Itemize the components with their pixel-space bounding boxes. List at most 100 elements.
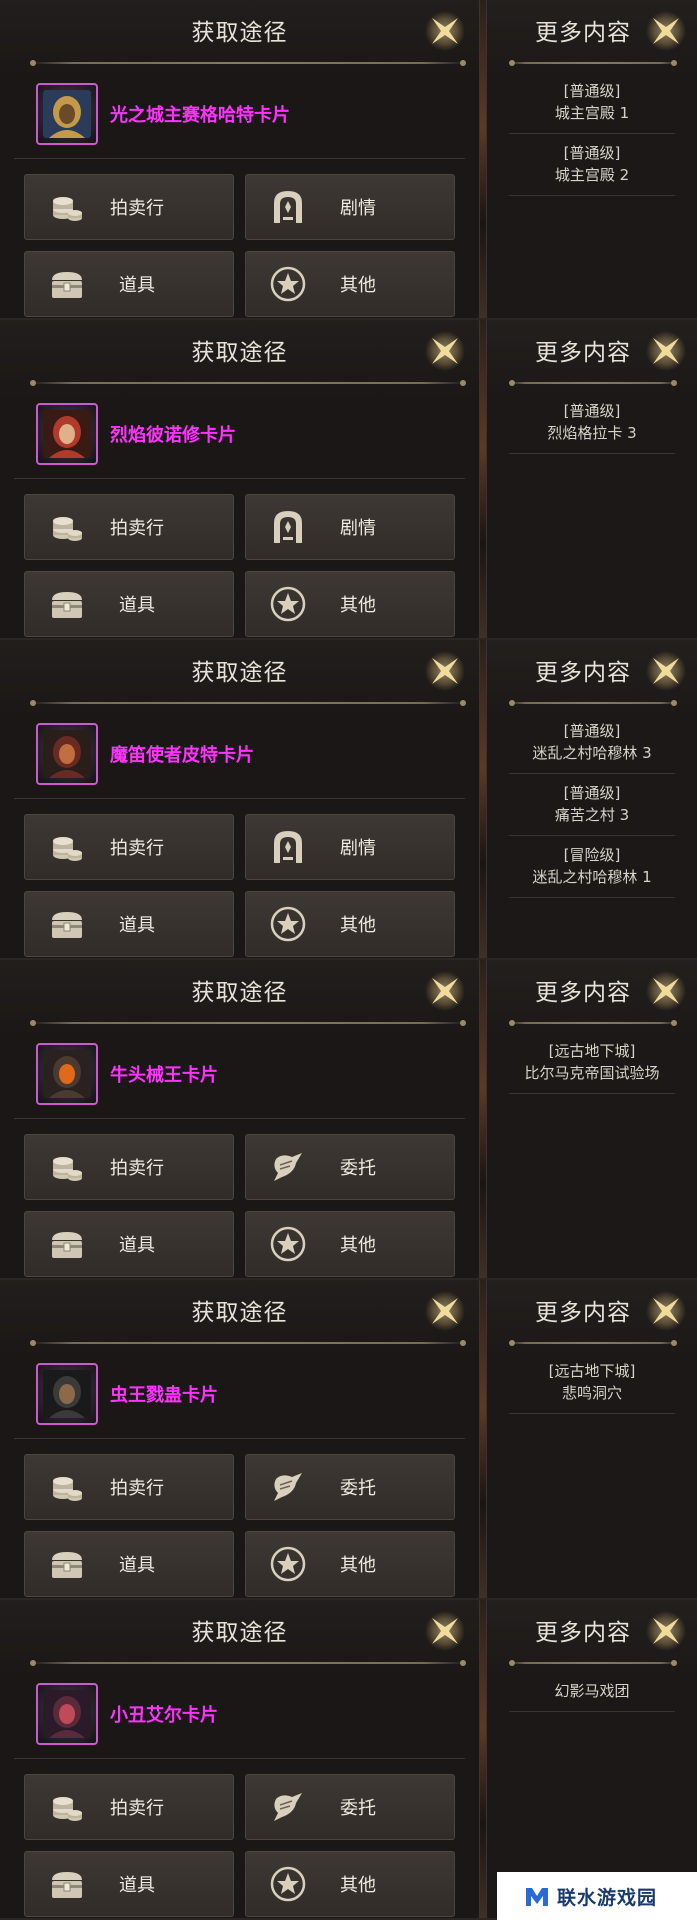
close-icon[interactable]	[424, 650, 466, 692]
more-content-section: 更多内容 [普通级] 烈焰格拉卡 3	[486, 320, 697, 638]
close-icon[interactable]	[645, 970, 687, 1012]
item-button[interactable]: 道具	[24, 891, 234, 957]
source-button[interactable]: 委托	[245, 1454, 455, 1520]
more-item-place: 幻影马戏团	[554, 1682, 630, 1700]
close-icon[interactable]	[424, 1290, 466, 1332]
button-label: 其他	[340, 1235, 376, 1256]
card-name: 虫王戮蛊卡片	[110, 1385, 218, 1406]
source-button[interactable]: 剧情	[245, 814, 455, 880]
item-button[interactable]: 道具	[24, 1211, 234, 1277]
item-button[interactable]: 道具	[24, 1851, 234, 1917]
divider	[14, 1118, 465, 1119]
close-icon[interactable]	[645, 650, 687, 692]
button-label: 道具	[119, 1875, 155, 1896]
close-icon[interactable]	[424, 970, 466, 1012]
other-button[interactable]: 其他	[245, 251, 455, 317]
item-button[interactable]: 道具	[24, 251, 234, 317]
more-content-item[interactable]: [普通级] 痛苦之村 3	[509, 774, 675, 836]
acquisition-panel: 获取途径 光之城主赛格哈特卡片 拍卖行 剧情 道具 其他 更多内容 [普通级] 城主宫殿 1 [普…	[0, 0, 697, 320]
card-name: 烈焰彼诺修卡片	[110, 425, 236, 446]
other-button[interactable]: 其他	[245, 1531, 455, 1597]
auction-button[interactable]: 拍卖行	[24, 1774, 234, 1840]
acquisition-panel: 获取途径 魔笛使者皮特卡片 拍卖行 剧情 道具 其他 更多内容 [普通级] 迷乱之村哈穆林 3[…	[0, 640, 697, 960]
more-content-item[interactable]: [远古地下城] 悲鸣洞穴	[509, 1352, 675, 1414]
coin-stack-icon	[47, 1467, 87, 1507]
item-button[interactable]: 道具	[24, 1531, 234, 1597]
treasure-chest-icon	[47, 1864, 87, 1904]
auction-button[interactable]: 拍卖行	[24, 1454, 234, 1520]
more-item-level: [普通级]	[563, 402, 621, 420]
acquisition-title: 获取途径	[191, 20, 288, 46]
more-item-place: 悲鸣洞穴	[561, 1384, 622, 1402]
star-circle-icon	[268, 1544, 308, 1584]
item-button[interactable]: 道具	[24, 571, 234, 637]
more-content-item[interactable]: [远古地下城] 比尔马克帝国试验场	[509, 1032, 675, 1094]
more-content-item[interactable]: [普通级] 城主宫殿 2	[509, 134, 675, 196]
watermark-text: 联水游戏园	[557, 1886, 658, 1909]
auction-button[interactable]: 拍卖行	[24, 814, 234, 880]
header-divider	[30, 700, 466, 706]
button-label: 道具	[119, 915, 155, 936]
treasure-chest-icon	[47, 1224, 87, 1264]
auction-button[interactable]: 拍卖行	[24, 174, 234, 240]
auction-button[interactable]: 拍卖行	[24, 1134, 234, 1200]
auction-button[interactable]: 拍卖行	[24, 494, 234, 560]
acquisition-section: 获取途径魔笛使者皮特卡片拍卖行 剧情道具 其他	[0, 640, 480, 958]
source-button[interactable]: 委托	[245, 1134, 455, 1200]
armored-knight-portrait[interactable]	[36, 83, 98, 145]
acquisition-title: 获取途径	[191, 660, 288, 686]
button-label: 道具	[119, 1235, 155, 1256]
close-icon[interactable]	[645, 10, 687, 52]
source-button[interactable]: 剧情	[245, 494, 455, 560]
scroll-quill-icon	[268, 1787, 308, 1827]
divider	[14, 158, 465, 159]
more-content-item[interactable]: 幻影马戏团	[509, 1672, 675, 1712]
close-icon[interactable]	[645, 1610, 687, 1652]
card-name: 魔笛使者皮特卡片	[110, 745, 254, 766]
button-label: 其他	[340, 1875, 376, 1896]
dark-piper-portrait[interactable]	[36, 723, 98, 785]
acquisition-section: 获取途径 烈焰彼诺修卡片 拍卖行 剧情 道具 其他	[0, 320, 480, 638]
source-button[interactable]: 剧情	[245, 174, 455, 240]
more-content-item[interactable]: [普通级] 迷乱之村哈穆林 3	[509, 712, 675, 774]
more-content-item[interactable]: [普通级] 烈焰格拉卡 3	[509, 392, 675, 454]
close-icon[interactable]	[424, 330, 466, 372]
button-label: 其他	[340, 1555, 376, 1576]
acquisition-title: 获取途径	[191, 980, 288, 1006]
clown-portrait[interactable]	[36, 1683, 98, 1745]
close-icon[interactable]	[645, 1290, 687, 1332]
button-label: 其他	[340, 595, 376, 616]
divider	[14, 798, 465, 799]
gate-arch-icon	[268, 827, 308, 867]
other-button[interactable]: 其他	[245, 891, 455, 957]
header-divider	[509, 380, 677, 386]
header-divider	[509, 700, 677, 706]
acquisition-section: 获取途径 小丑艾尔卡片 拍卖行 委托 道具 其他	[0, 1600, 480, 1918]
other-button[interactable]: 其他	[245, 1211, 455, 1277]
button-label: 拍卖行	[110, 518, 164, 539]
more-content-list: [普通级] 城主宫殿 1 [普通级] 城主宫殿 2	[509, 72, 675, 196]
mech-minotaur-portrait[interactable]	[36, 1043, 98, 1105]
acquisition-section: 获取途径 虫王戮蛊卡片 拍卖行 委托 道具 其他	[0, 1280, 480, 1598]
insect-king-portrait[interactable]	[36, 1363, 98, 1425]
star-circle-icon	[268, 584, 308, 624]
watermark: 联水游戏园	[497, 1872, 697, 1920]
other-button[interactable]: 其他	[245, 571, 455, 637]
close-icon[interactable]	[424, 10, 466, 52]
acquisition-section: 获取途径 光之城主赛格哈特卡片 拍卖行 剧情 道具 其他	[0, 0, 480, 318]
more-content-item[interactable]: [冒险级] 迷乱之村哈穆林 1	[509, 836, 675, 898]
button-label: 拍卖行	[110, 198, 164, 219]
close-icon[interactable]	[424, 1610, 466, 1652]
scroll-quill-icon	[268, 1147, 308, 1187]
more-item-place: 迷乱之村哈穆林 3	[532, 744, 652, 762]
treasure-chest-icon	[47, 584, 87, 624]
button-label: 委托	[340, 1798, 376, 1819]
star-circle-icon	[268, 264, 308, 304]
header-divider	[30, 1660, 466, 1666]
close-icon[interactable]	[645, 330, 687, 372]
other-button[interactable]: 其他	[245, 1851, 455, 1917]
more-content-item[interactable]: [普通级] 城主宫殿 1	[509, 72, 675, 134]
more-content-section: 更多内容 [普通级] 迷乱之村哈穆林 3 [普通级] 痛苦之村 3 [冒险级] 迷乱之村哈穆…	[486, 640, 697, 958]
source-button[interactable]: 委托	[245, 1774, 455, 1840]
red-haired-warrior-portrait[interactable]	[36, 403, 98, 465]
